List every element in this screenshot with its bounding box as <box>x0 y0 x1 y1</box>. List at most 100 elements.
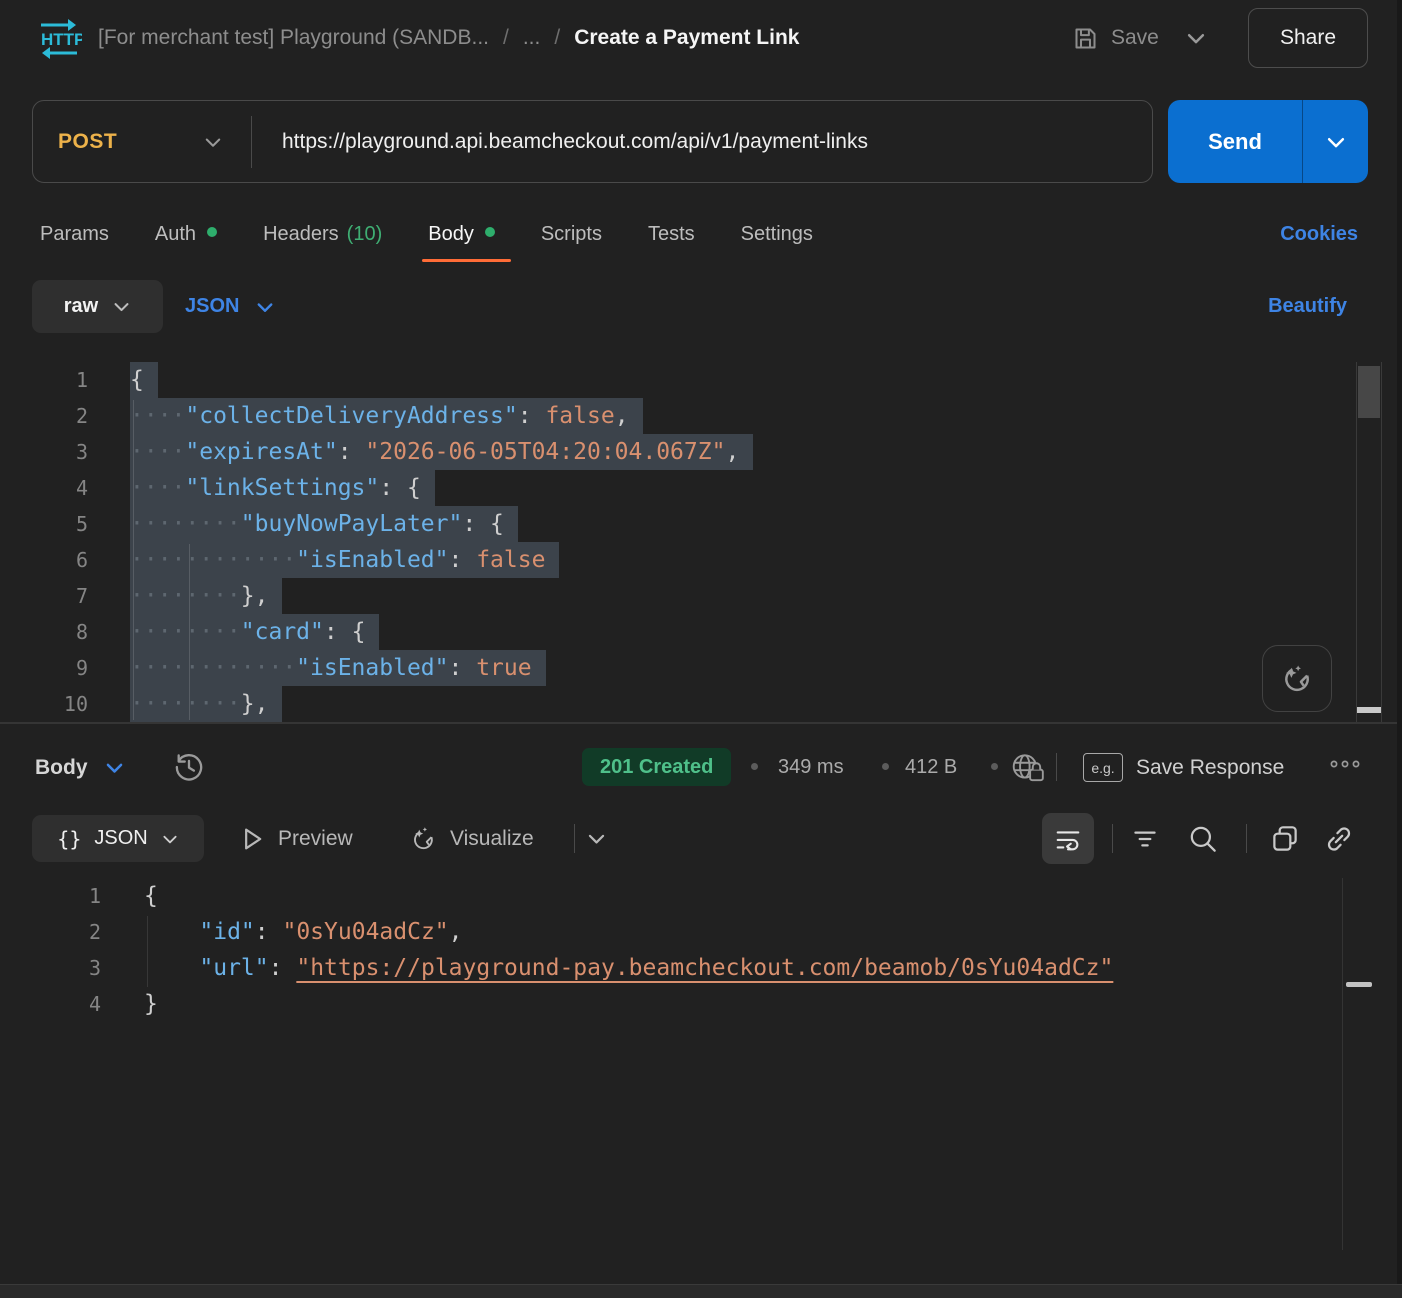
indent-guide <box>189 544 190 720</box>
indent-guide <box>147 916 148 987</box>
url-input[interactable]: https://playground.api.beamcheckout.com/… <box>252 130 868 154</box>
breadcrumb-separator: / <box>503 26 509 50</box>
bottom-resize-bar[interactable] <box>0 1284 1402 1298</box>
response-view-chevron-icon <box>104 757 125 778</box>
postbot-button[interactable] <box>1262 645 1332 712</box>
response-view-select[interactable]: Body <box>35 740 125 795</box>
code-line: 1{ <box>0 878 1342 914</box>
code-line: 4····"linkSettings": { <box>0 470 1356 506</box>
request-header: HTTP [For merchant test] Playground (SAN… <box>0 0 1402 84</box>
code-line: 3····"expiresAt": "2026-06-05T04:20:04.0… <box>0 434 1356 470</box>
tab-body[interactable]: Body <box>428 204 495 264</box>
share-label: Share <box>1280 26 1336 50</box>
svg-text:HTTP: HTTP <box>41 30 82 49</box>
send-button[interactable]: Send <box>1168 100 1302 183</box>
request-tab-bar: Params Auth Headers(10) Body Scripts Tes… <box>40 204 813 264</box>
raw-format-select[interactable]: JSON <box>185 280 275 333</box>
network-info-icon[interactable] <box>1010 751 1046 784</box>
save-icon <box>1072 25 1099 52</box>
response-format-select[interactable]: {} JSON <box>32 815 204 862</box>
line-number: 1 <box>0 878 101 914</box>
raw-format-label: JSON <box>185 295 239 318</box>
save-label: Save <box>1111 26 1159 50</box>
send-button-group: Send <box>1168 100 1368 183</box>
line-number: 1 <box>0 362 88 398</box>
code-line: 10········}, <box>0 686 1356 722</box>
visualize-button[interactable]: Visualize <box>408 815 534 862</box>
line-number: 5 <box>0 506 88 542</box>
code-line: 3 "url": "https://playground-pay.beamche… <box>0 950 1342 986</box>
response-body-editor[interactable]: 1{2 "id": "0sYu04adCz",3 "url": "https:/… <box>0 878 1342 1258</box>
breadcrumb-ellipsis[interactable]: ... <box>523 26 541 50</box>
request-editor-scroll-thumb[interactable] <box>1358 366 1380 418</box>
code-line: 2····"collectDeliveryAddress": false, <box>0 398 1356 434</box>
request-body-editor[interactable]: 1{2····"collectDeliveryAddress": false,3… <box>0 362 1356 722</box>
cookies-link[interactable]: Cookies <box>1280 204 1358 264</box>
headers-count: (10) <box>347 223 383 246</box>
response-format-label: JSON <box>94 827 147 850</box>
body-active-dot <box>485 227 495 237</box>
save-button[interactable]: Save <box>1072 0 1207 76</box>
meta-separator-dot <box>751 763 758 770</box>
tab-headers[interactable]: Headers(10) <box>263 204 382 264</box>
line-number: 6 <box>0 542 88 578</box>
page-title: Create a Payment Link <box>574 26 799 50</box>
share-button[interactable]: Share <box>1248 8 1368 68</box>
wrap-text-button[interactable] <box>1042 813 1094 864</box>
line-number: 7 <box>0 578 88 614</box>
preview-icon <box>238 825 266 853</box>
toolbar-divider <box>1246 824 1247 853</box>
code-line: 6············"isEnabled": false <box>0 542 1356 578</box>
tab-scripts[interactable]: Scripts <box>541 204 602 264</box>
meta-separator-dot <box>991 763 998 770</box>
response-scroll-thumb[interactable] <box>1346 982 1372 987</box>
breadcrumb-separator: / <box>554 26 560 50</box>
status-badge[interactable]: 201 Created <box>582 748 731 786</box>
toolbar-divider <box>1112 824 1113 853</box>
line-number: 3 <box>0 434 88 470</box>
line-number: 2 <box>0 398 88 434</box>
save-options-chevron-icon[interactable] <box>1185 27 1207 49</box>
line-number: 3 <box>0 950 101 986</box>
toolbar-divider <box>574 824 575 853</box>
tab-auth[interactable]: Auth <box>155 204 217 264</box>
link-icon[interactable] <box>1322 822 1356 856</box>
preview-button[interactable]: Preview <box>238 815 353 862</box>
copy-icon[interactable] <box>1268 822 1302 856</box>
response-size[interactable]: 412 B <box>905 740 957 795</box>
response-history-icon[interactable] <box>172 750 206 784</box>
pane-resize-divider[interactable] <box>0 722 1402 724</box>
http-method-icon: HTTP <box>36 15 82 63</box>
meta-divider <box>1056 753 1057 781</box>
breadcrumb-collection[interactable]: [For merchant test] Playground (SANDB... <box>98 26 489 50</box>
tab-settings[interactable]: Settings <box>741 204 813 264</box>
line-number: 2 <box>0 914 101 950</box>
tab-tests[interactable]: Tests <box>648 204 695 264</box>
line-number: 9 <box>0 650 88 686</box>
code-line: 7········}, <box>0 578 1356 614</box>
line-number: 4 <box>0 986 101 1022</box>
example-icon: e.g. <box>1083 753 1123 782</box>
auth-active-dot <box>207 227 217 237</box>
search-icon[interactable] <box>1186 822 1220 856</box>
beautify-button[interactable]: Beautify <box>1268 280 1347 333</box>
visualize-options-chevron-icon[interactable] <box>586 828 607 849</box>
visualize-icon <box>408 824 438 854</box>
send-label: Send <box>1208 129 1262 155</box>
response-view-label: Body <box>35 756 88 780</box>
body-type-select[interactable]: raw <box>32 280 163 333</box>
filter-icon[interactable] <box>1128 822 1162 856</box>
code-line: 8········"card": { <box>0 614 1356 650</box>
response-time[interactable]: 349 ms <box>778 740 844 795</box>
save-response-button[interactable]: Save Response <box>1136 740 1284 795</box>
code-line: 2 "id": "0sYu04adCz", <box>0 914 1342 950</box>
response-format-chevron-icon <box>161 830 179 848</box>
method-chevron-icon[interactable] <box>203 132 223 152</box>
request-editor-hscroll-thumb[interactable] <box>1357 707 1381 713</box>
method-select[interactable]: POST <box>33 130 203 154</box>
send-options-chevron-icon[interactable] <box>1303 100 1368 183</box>
tab-params[interactable]: Params <box>40 204 109 264</box>
request-url-bar: POST https://playground.api.beamcheckout… <box>32 100 1153 183</box>
more-options-icon[interactable] <box>1328 758 1362 770</box>
code-line: 9············"isEnabled": true <box>0 650 1356 686</box>
